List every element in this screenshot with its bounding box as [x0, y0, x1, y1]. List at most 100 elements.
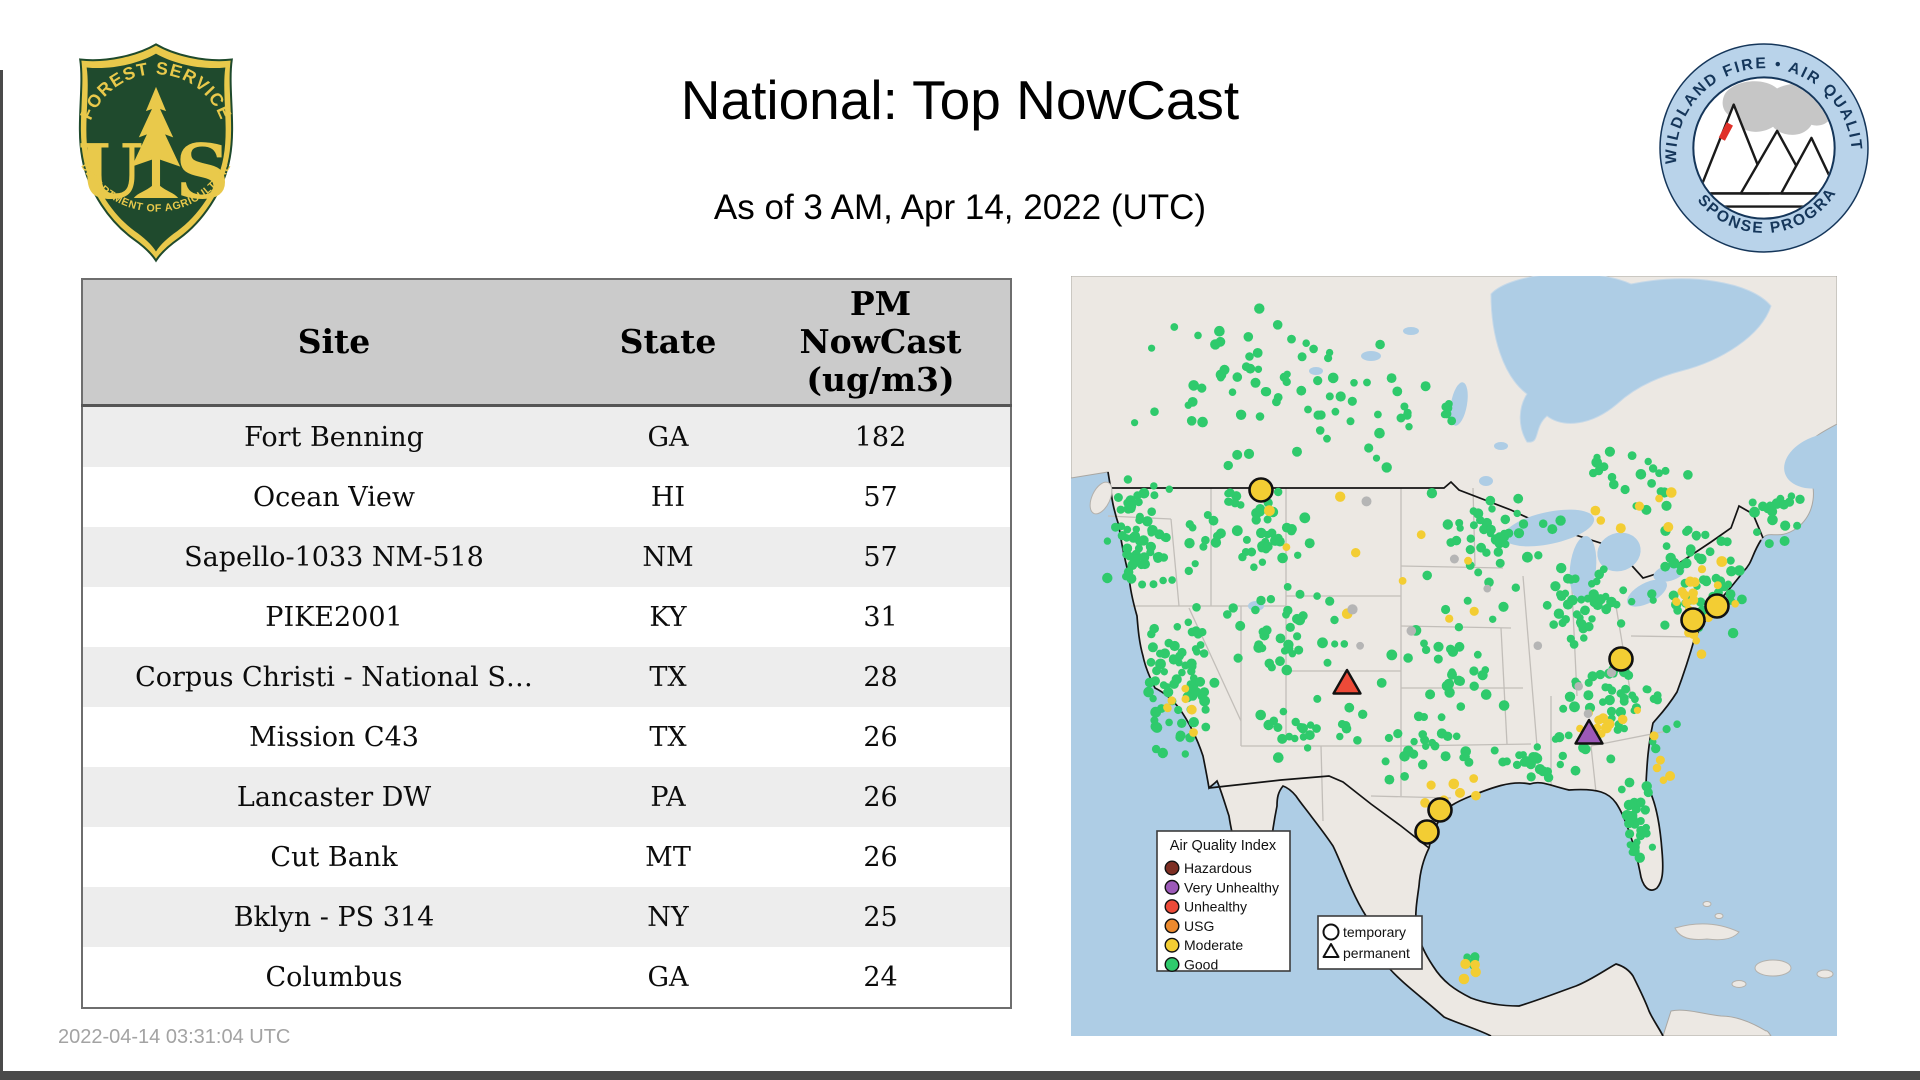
monitor-dot-good — [1188, 717, 1199, 728]
monitor-dot-good — [1331, 640, 1339, 648]
monitor-dot-good — [1146, 548, 1155, 557]
legend-swatch-hazardous — [1164, 860, 1180, 876]
monitor-dot-good — [1583, 690, 1594, 701]
monitor-dot-good — [1513, 493, 1524, 504]
monitor-dot-good — [1251, 515, 1261, 525]
monitor-dot-good — [1347, 396, 1357, 406]
monitor-dot-good — [1344, 702, 1355, 713]
monitor-dot-good — [1272, 397, 1281, 407]
monitor-dot-good — [1225, 497, 1234, 506]
table-row: Cut Bank MT 26 — [82, 827, 1011, 887]
monitor-dot-good — [1235, 620, 1246, 631]
monitor-dot-good — [1223, 460, 1233, 471]
monitor-dot-nodata — [1533, 641, 1543, 650]
monitor-dot-good — [1621, 684, 1631, 694]
monitor-dot-moderate — [1189, 728, 1198, 737]
monitor-dot-moderate — [1663, 522, 1674, 532]
monitor-dot-good — [1304, 538, 1315, 549]
monitor-dot-good — [1619, 586, 1628, 595]
monitor-dot-good — [1353, 736, 1362, 745]
monitor-dot-good — [1313, 376, 1323, 386]
monitor-dot-good — [1150, 482, 1158, 490]
monitor-dot-good — [1433, 654, 1443, 664]
monitor-dot-moderate — [1448, 778, 1460, 790]
monitor-dot-good — [1111, 522, 1120, 532]
monitor-dot-good — [1287, 526, 1296, 536]
permanent-label: permanent — [1343, 945, 1410, 961]
monitor-dot-good — [1477, 670, 1488, 681]
monitor-dot-good — [1150, 407, 1159, 416]
monitor-dot-good — [1533, 743, 1541, 751]
monitor-dot-good — [1668, 557, 1680, 569]
monitor-dot-good — [1260, 387, 1270, 397]
monitor-dot-good — [1233, 653, 1243, 663]
temporary-label: temporary — [1343, 924, 1406, 940]
monitor-dot-good — [1550, 581, 1561, 592]
legend-swatch-good — [1164, 957, 1180, 973]
monitor-dot-good — [1673, 720, 1681, 728]
monitor-dot-good — [1563, 573, 1573, 584]
monitor-dot-good — [1250, 563, 1258, 571]
monitor-dot-good — [1660, 561, 1671, 572]
table-row: Bklyn - PS 314 NY 25 — [82, 887, 1011, 947]
monitor-dot-good — [1466, 534, 1475, 543]
aqi-legend: Air Quality Index Hazardous Very Unhealth… — [1156, 830, 1291, 973]
monitor-dot-moderate — [1426, 780, 1436, 790]
monitor-dot-good — [1168, 576, 1176, 584]
cell-value: 25 — [751, 887, 1011, 947]
monitor-dot-good — [1627, 451, 1637, 460]
monitor-dot-moderate — [1471, 790, 1481, 801]
monitor-dot-moderate — [1398, 577, 1407, 585]
monitor-dot-good — [1422, 570, 1432, 581]
monitor-dot-good — [1727, 627, 1739, 639]
monitor-dot-good — [1313, 592, 1321, 600]
monitor-dot-good — [1313, 694, 1322, 703]
monitor-dot-good — [1191, 626, 1201, 636]
monitor-dot-good — [1376, 678, 1387, 688]
monitor-dot-good — [1130, 531, 1141, 541]
monitor-dot-good — [1606, 706, 1617, 716]
monitor-dot-good — [1559, 704, 1568, 713]
monitor-dot-good — [1295, 589, 1305, 599]
monitor-dot-good — [1453, 675, 1464, 686]
monitor-dot-good — [1555, 515, 1566, 526]
monitor-dot-good — [1255, 709, 1266, 721]
monitor-dot-good — [1444, 687, 1455, 698]
monitor-dot-moderate — [1598, 713, 1609, 724]
monitor-dot-good — [1303, 744, 1312, 752]
monitor-dot-good — [1281, 664, 1293, 676]
monitor-dot-good — [1188, 662, 1197, 671]
monitor-dot-good — [1474, 568, 1483, 577]
monitor-dot-good — [1273, 752, 1284, 763]
monitor-dot-good — [1323, 658, 1332, 667]
monitor-dot-moderate — [1469, 774, 1479, 783]
monitor-dot-good — [1442, 519, 1453, 530]
monitor-dot-good — [1653, 691, 1662, 700]
monitor-dot-good — [1358, 709, 1368, 719]
monitor-dot-moderate — [1649, 731, 1659, 741]
monitor-dot-good — [1138, 580, 1147, 589]
legend-swatch-unhealthy — [1164, 899, 1180, 915]
monitor-dot-good — [1113, 493, 1123, 502]
cell-state: MT — [585, 827, 751, 887]
temporary-symbol — [1322, 923, 1340, 941]
monitor-dot-good — [1569, 701, 1580, 713]
temporary-monitor-marker — [1704, 593, 1730, 619]
monitor-dot-good — [1504, 528, 1514, 538]
monitor-dot-good — [1330, 615, 1339, 625]
monitor-dot-good — [1245, 352, 1254, 361]
monitor-dot-good — [1501, 540, 1510, 549]
monitor-dot-good — [1215, 369, 1227, 381]
monitor-dot-good — [1498, 757, 1508, 767]
monitor-dot-good — [1444, 731, 1452, 740]
monitor-dot-good — [1422, 742, 1430, 750]
monitor-dot-good — [1686, 544, 1696, 554]
cell-value: 31 — [751, 587, 1011, 647]
monitor-dot-good — [1624, 818, 1634, 829]
window-bottom-edge — [0, 1071, 1920, 1080]
monitor-dot-moderate — [1634, 501, 1644, 511]
monitor-dot-good — [1463, 596, 1472, 605]
monitor-dot-good — [1402, 411, 1412, 420]
monitor-dot-good — [1498, 700, 1510, 711]
monitor-dot-good — [1250, 377, 1261, 388]
